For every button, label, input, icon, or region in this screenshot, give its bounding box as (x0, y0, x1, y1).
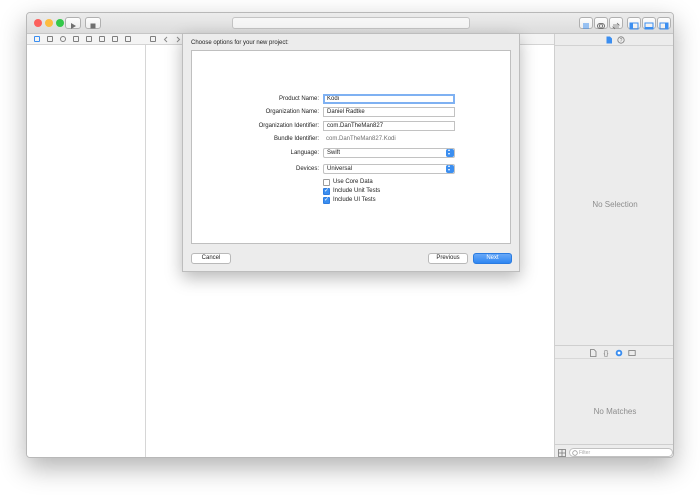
devices-popup[interactable]: Universal (323, 164, 455, 174)
navigator-pane (27, 45, 146, 457)
language-popup[interactable]: Swift (323, 148, 455, 158)
library-selector-bar: {} (555, 345, 673, 359)
svg-text:?: ? (620, 38, 623, 44)
inspector-tabs: ? (555, 34, 673, 46)
filter-icon (572, 450, 578, 456)
grid-view-icon[interactable] (558, 449, 566, 457)
symbol-navigator-icon[interactable] (47, 36, 53, 42)
toolbar (27, 13, 673, 34)
toggle-navigator-button[interactable] (627, 17, 641, 30)
popup-arrows-icon (446, 148, 454, 157)
previous-button[interactable]: Previous (428, 253, 468, 264)
object-library-icon[interactable] (615, 349, 623, 357)
stop-icon (90, 23, 96, 29)
bundle-identifier-value: com.DanTheMan827.Kodi (326, 136, 396, 142)
debug-navigator-icon[interactable] (99, 36, 105, 42)
organization-name-label: Organization Name: (265, 109, 319, 115)
right-panel-icon (659, 22, 669, 30)
library-filter-bar: Filter (555, 444, 673, 457)
organization-name-field[interactable]: Daniel Radtke (323, 107, 455, 117)
new-project-sheet: Choose options for your new project: Pro… (182, 33, 520, 272)
next-button[interactable]: Next (473, 253, 512, 264)
left-panel-icon (629, 22, 639, 30)
toggle-debug-area-button[interactable] (642, 17, 656, 30)
cancel-button[interactable]: Cancel (191, 253, 231, 264)
no-selection-label: No Selection (592, 200, 638, 209)
search-icon[interactable] (60, 36, 66, 42)
popup-arrows-icon (446, 164, 454, 173)
play-icon (71, 23, 76, 29)
filter-placeholder: Filter (579, 450, 591, 456)
report-icon[interactable] (125, 36, 131, 42)
standard-editor-button[interactable] (579, 17, 593, 29)
arrows-icon (612, 22, 620, 30)
devices-label: Devices: (295, 166, 319, 172)
zoom-window-button[interactable] (56, 19, 64, 27)
version-editor-button[interactable] (609, 17, 623, 30)
code-snippet-icon[interactable]: {} (602, 349, 610, 358)
language-label: Language: (290, 150, 319, 156)
file-template-icon[interactable] (589, 349, 597, 357)
test-navigator-icon[interactable] (86, 36, 92, 42)
media-library-icon[interactable] (628, 349, 636, 357)
help-icon[interactable]: ? (617, 36, 625, 44)
bottom-panel-icon (644, 22, 654, 30)
related-items-icon[interactable] (150, 36, 156, 42)
breakpoint-icon[interactable] (112, 36, 118, 42)
stop-button[interactable] (85, 17, 101, 29)
include-ui-tests-label: Include UI Tests (333, 197, 376, 203)
editor-lines-icon (583, 23, 589, 29)
use-core-data-checkbox[interactable] (323, 179, 330, 186)
venn-icon (597, 23, 605, 29)
inspector-pane: ? No Selection {} No Matches Filter (554, 34, 673, 457)
use-core-data-label: Use Core Data (333, 179, 373, 185)
folder-icon[interactable] (34, 36, 40, 42)
organization-identifier-label: Organization Identifier: (258, 123, 319, 129)
run-button[interactable] (65, 17, 81, 29)
language-value: Swift (327, 150, 341, 156)
file-inspector-icon[interactable] (605, 36, 613, 44)
product-name-field[interactable]: Kodi (323, 94, 455, 104)
no-matches-label: No Matches (593, 407, 637, 416)
activity-viewer (232, 17, 470, 29)
include-unit-tests-checkbox[interactable] (323, 187, 330, 195)
assistant-editor-button[interactable] (594, 17, 608, 29)
devices-value: Universal (327, 166, 353, 172)
product-name-label: Product Name: (278, 96, 319, 102)
minimize-window-button[interactable] (45, 19, 53, 27)
chevron-right-icon[interactable] (175, 36, 181, 43)
sheet-title: Choose options for your new project: (191, 40, 289, 46)
toggle-inspector-button[interactable] (657, 17, 671, 30)
options-panel: Product Name: Kodi Organization Name: Da… (191, 50, 511, 244)
chevron-left-icon[interactable] (163, 36, 169, 43)
filter-field[interactable]: Filter (569, 448, 673, 457)
warning-icon[interactable] (73, 36, 79, 42)
xcode-window: ? No Selection {} No Matches Filter Choo… (26, 12, 674, 458)
include-ui-tests-checkbox[interactable] (323, 196, 330, 204)
organization-identifier-field[interactable]: com.DanTheMan827 (323, 121, 455, 131)
svg-text:{}: {} (604, 351, 609, 358)
include-unit-tests-label: Include Unit Tests (333, 188, 381, 194)
bundle-identifier-label: Bundle Identifier: (273, 136, 319, 142)
close-window-button[interactable] (34, 19, 42, 27)
